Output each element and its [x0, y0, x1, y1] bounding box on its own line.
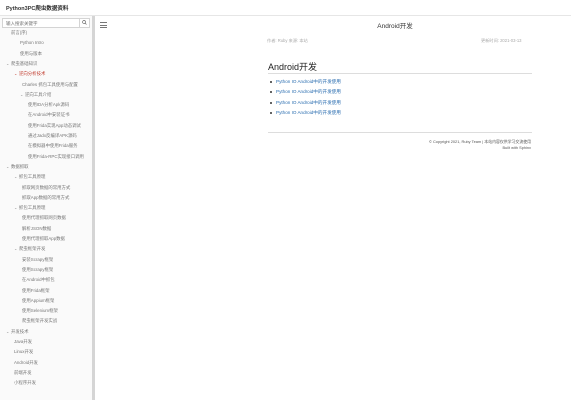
- sidebar-item-label: 抓取网页数据的常用方式: [22, 184, 71, 190]
- sidebar-item-label: 抓包工具原理: [19, 174, 46, 180]
- sidebar-item-label: 在Android中抓包: [22, 277, 55, 283]
- bullet-icon: [270, 111, 272, 114]
- article-link[interactable]: Python IO Android中的开发使用: [276, 110, 341, 115]
- sidebar-item-label: 数据抓取: [11, 163, 29, 169]
- content-heading: Android开发: [268, 62, 318, 72]
- sidebar-item-label: 前端开发: [14, 369, 32, 375]
- sidebar-item[interactable]: 使用与版本: [20, 51, 42, 57]
- sidebar-item-label: 爬虫框架开发实战: [22, 318, 58, 324]
- article-link[interactable]: Python IO Android中的开发使用: [276, 89, 341, 94]
- heading-divider: [268, 73, 532, 74]
- site-title[interactable]: Python3PC爬虫数据资料: [6, 4, 68, 12]
- search-button[interactable]: [79, 19, 89, 27]
- bullet-icon: [270, 81, 272, 83]
- search-icon: [82, 19, 87, 27]
- search-box: [2, 18, 90, 28]
- search-input[interactable]: [3, 19, 84, 27]
- sidebar-item-label: 爬虫基础知识: [11, 60, 38, 66]
- article-meta-date: 更新时间: 2021-03-13: [481, 38, 522, 43]
- sidebar-item-label: 开发技术: [11, 328, 29, 334]
- sidebar-item[interactable]: Java开发: [14, 339, 32, 345]
- sidebar-item[interactable]: 使用代理抓取网页数据: [22, 215, 66, 221]
- sidebar-item-label: 前言(序): [11, 30, 28, 35]
- sidebar-item[interactable]: ⌄ 数据抓取: [6, 164, 29, 170]
- sidebar-item[interactable]: Charles 抓包工具使用与配置: [22, 82, 78, 88]
- sidebar-item[interactable]: 安装Scrapy框架: [22, 257, 53, 263]
- sidebar-item-label: 使用Appium框架: [22, 297, 55, 303]
- page-title: Android开发: [377, 23, 413, 30]
- bullet-icon: [270, 91, 272, 94]
- list-item: Python IO Android中的开发使用: [270, 100, 341, 110]
- sidebar-item-label: 使用Scrapy框架: [22, 266, 54, 272]
- sidebar-item-label: 使用代理抓取App数据: [22, 236, 65, 241]
- sidebar-item[interactable]: 使用Frida框架: [22, 288, 50, 294]
- sidebar-item[interactable]: 在Android中安装证书: [28, 112, 69, 118]
- bullet-icon: [270, 101, 272, 104]
- sidebar-item[interactable]: 使用Frida实现App动态调试: [28, 123, 81, 129]
- sidebar-item[interactable]: 使用IDA分析Apk源码: [28, 102, 69, 108]
- sidebar-item[interactable]: Python Intro: [20, 40, 44, 46]
- sidebar-item-label: 使用IDA分析Apk源码: [28, 102, 70, 108]
- sidebar-item[interactable]: 通过Jadx反编译APK源码: [28, 133, 77, 139]
- sidebar-item[interactable]: 使用Scrapy框架: [22, 267, 53, 273]
- sidebar-item-label: Charles 抓包工具使用与配置: [22, 81, 78, 87]
- sidebar: 前言(序) Python Intro 使用与版本 ⌄爬虫基础知识 ⌄逆向分析技术 Char…: [0, 16, 93, 400]
- sidebar-item[interactable]: ⌄ 开发技术: [6, 329, 29, 335]
- list-item: Python IO Android中的开发使用: [270, 110, 341, 120]
- sidebar-item-label: Linux开发: [14, 349, 34, 355]
- sidebar-item[interactable]: 小程序开发: [14, 380, 36, 386]
- sidebar-item[interactable]: ⌄ 逆向工具介绍: [20, 92, 51, 98]
- sidebar-item-label: 逆向工具介绍: [25, 91, 52, 97]
- sidebar-item-label: 使用Selenium框架: [22, 308, 58, 314]
- sidebar-item-label: 使用Frida-RPC实现接口调用: [28, 153, 84, 159]
- sidebar-item[interactable]: 使用Selenium框架: [22, 308, 58, 314]
- sidebar-item-label: 使用与版本: [20, 50, 42, 56]
- sidebar-item-label: Android开发: [14, 359, 38, 365]
- sidebar-item[interactable]: 使用代理抓取App数据: [22, 236, 65, 242]
- sidebar-item-label: 逆向分析技术: [19, 71, 46, 77]
- sidebar-item-label: 安装Scrapy框架: [22, 256, 54, 262]
- sidebar-item-label: 通过Jadx反编译APK源码: [28, 133, 77, 138]
- sidebar-item[interactable]: 前言(序): [11, 30, 27, 36]
- footer-built-with: Built with Sphinx: [502, 145, 531, 150]
- sidebar-item-label: 在Android中安装证书: [28, 112, 70, 118]
- sidebar-item[interactable]: 在模拟器中使用Frida服务: [28, 143, 78, 149]
- content-divider: [268, 132, 532, 133]
- sidebar-item[interactable]: 使用Appium框架: [22, 298, 54, 304]
- sidebar-item[interactable]: 在Android中抓包: [22, 277, 55, 283]
- sidebar-scrollbar[interactable]: [92, 16, 95, 400]
- sidebar-item[interactable]: 爬虫框架开发实战: [22, 318, 57, 324]
- article-meta-author: 作者: Ruby 来源: 本站: [267, 38, 308, 43]
- top-bar: Python3PC爬虫数据资料: [0, 0, 571, 16]
- sidebar-item-label: 解析JSON数据: [22, 225, 52, 231]
- article-link[interactable]: Python IO Android中的开发使用: [276, 100, 341, 105]
- article-link-list: Python IO Android中的开发使用 Python IO Androi…: [270, 79, 341, 120]
- sidebar-item[interactable]: ⌄ 爬虫基础知识: [6, 61, 37, 67]
- sidebar-item-label: 使用代理抓取网页数据: [22, 215, 66, 221]
- sidebar-item[interactable]: 解析JSON数据: [22, 226, 51, 232]
- sidebar-item-label: 使用Frida实现App动态调试: [28, 122, 81, 128]
- menu-toggle-icon[interactable]: [100, 22, 107, 28]
- sidebar-item[interactable]: 前端开发: [14, 370, 32, 376]
- sidebar-item[interactable]: ⌄ 逆向分析技术: [14, 71, 45, 77]
- sidebar-item[interactable]: Linux开发: [14, 349, 33, 355]
- sidebar-item[interactable]: 抓取网页数据的常用方式: [22, 185, 70, 191]
- sidebar-item[interactable]: 抓取App数据的常用方式: [22, 195, 69, 201]
- sidebar-item-label: 抓取App数据的常用方式: [22, 194, 70, 200]
- article-link[interactable]: Python IO Android中的开发使用: [276, 79, 341, 84]
- sidebar-item[interactable]: 使用Frida-RPC实现接口调用: [28, 154, 84, 160]
- list-item: Python IO Android中的开发使用: [270, 89, 341, 99]
- sidebar-item-label: 小程序开发: [14, 380, 36, 386]
- sidebar-item[interactable]: ⌄ 爬虫框架开发: [14, 246, 45, 252]
- sidebar-item[interactable]: Android开发: [14, 360, 38, 366]
- sidebar-item-label: Java开发: [14, 339, 33, 344]
- list-item: Python IO Android中的开发使用: [270, 79, 341, 89]
- sidebar-item-label: 在模拟器中使用Frida服务: [28, 143, 78, 149]
- sidebar-item-label: 爬虫框架开发: [19, 246, 46, 252]
- sidebar-item[interactable]: ⌄ 抓包工具原理: [14, 174, 45, 180]
- sidebar-item-label: 使用Frida框架: [22, 287, 50, 293]
- sidebar-item[interactable]: ⌄ 抓包工具原理: [14, 205, 45, 211]
- sidebar-item-label: 抓包工具原理: [19, 205, 46, 211]
- sidebar-item-label: Python Intro: [20, 40, 44, 46]
